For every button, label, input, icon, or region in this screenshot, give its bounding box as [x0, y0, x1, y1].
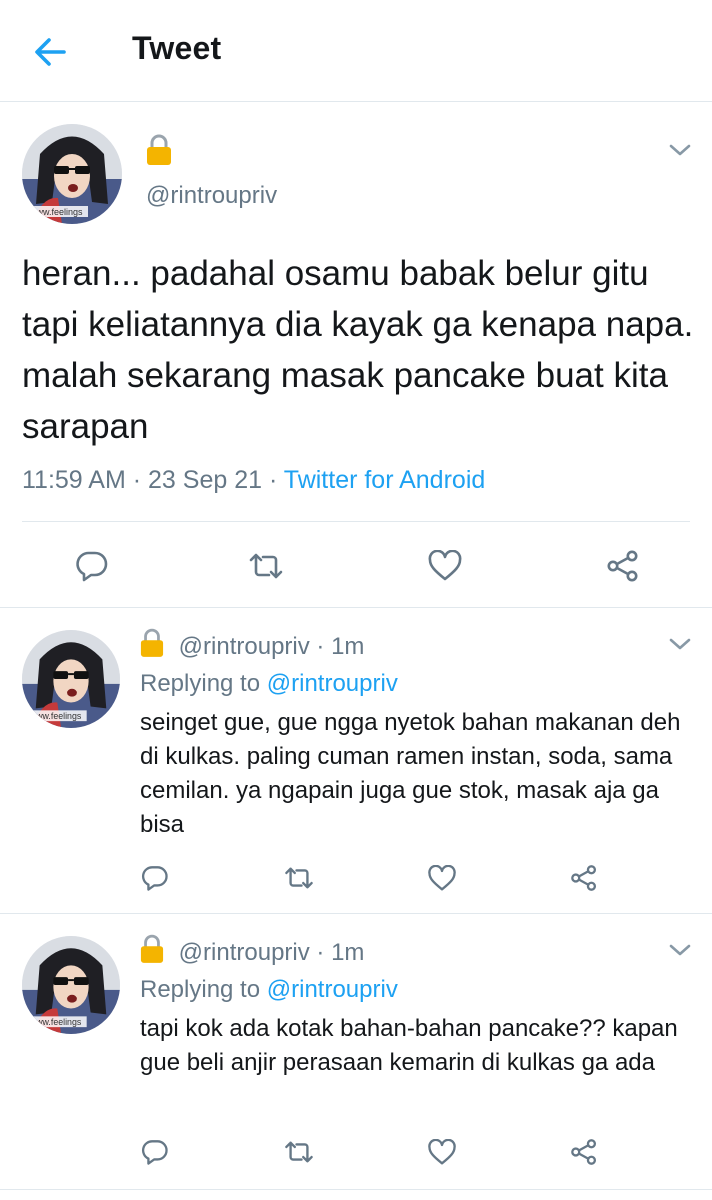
page-title: Tweet	[132, 30, 222, 66]
mention-link[interactable]: @rintroupriv	[267, 976, 398, 1003]
author-handle[interactable]: @rintroupriv	[179, 633, 310, 660]
replying-label: Replying to	[140, 976, 261, 1003]
reply-icon	[141, 1140, 168, 1165]
reply-button[interactable]	[136, 860, 174, 896]
retweet-icon	[285, 1141, 313, 1163]
meta-separator: ·	[316, 633, 325, 660]
reply-icon	[141, 866, 168, 891]
chevron-down-icon	[669, 144, 691, 156]
avatar-watermark: www.feelings	[29, 207, 83, 217]
tweet-text: seinget gue, gue ngga nyetok bahan makan…	[140, 709, 681, 838]
heart-icon	[428, 1138, 456, 1164]
retweet-button[interactable]	[280, 860, 318, 896]
avatar[interactable]: www.feelings	[22, 630, 120, 728]
tweet-text: heran... padahal osamu babak belur gitu …	[22, 254, 694, 446]
share-button[interactable]	[565, 1134, 603, 1170]
tweet-menu-button[interactable]	[666, 140, 694, 160]
heart-icon	[428, 864, 456, 890]
back-button[interactable]	[30, 34, 70, 70]
author-handle[interactable]: @rintroupriv	[146, 182, 277, 210]
tweet-source-link[interactable]: Twitter for Android	[284, 466, 485, 494]
tweet-meta: 11:59 AM · 23 Sep 21 · Twitter for Andro…	[22, 466, 485, 495]
avatar-watermark: www.feelings	[29, 711, 82, 721]
reply-header: @rintroupriv · 1m	[140, 934, 364, 971]
like-button[interactable]	[423, 860, 461, 896]
retweet-icon	[285, 867, 313, 889]
share-icon	[571, 865, 597, 891]
like-button[interactable]	[423, 1134, 461, 1170]
avatar[interactable]: www.feelings	[22, 124, 122, 224]
lock-icon	[140, 934, 164, 971]
tweet-text: tapi kok ada kotak bahan-bahan pancake??…	[140, 1015, 678, 1076]
top-bar: Tweet	[0, 0, 712, 102]
share-button[interactable]	[600, 546, 646, 586]
heart-icon	[428, 550, 462, 581]
reply-header: @rintroupriv · 1m	[140, 628, 364, 665]
share-icon	[607, 550, 638, 582]
tweet-age: 1m	[331, 633, 365, 660]
reply-tweet[interactable]: www.feelings @rintroupriv · 1m Replying …	[0, 914, 712, 1190]
reply-button[interactable]	[136, 1134, 174, 1170]
tweet-menu-button[interactable]	[666, 634, 694, 654]
reply-button[interactable]	[70, 546, 114, 586]
meta-separator: ·	[316, 939, 325, 966]
replying-to: Replying to @rintroupriv	[140, 670, 398, 698]
share-button[interactable]	[565, 860, 603, 896]
chevron-down-icon	[669, 638, 691, 650]
main-tweet: www.feelings @rintroupriv heran... padah…	[0, 102, 712, 608]
reply-tweet[interactable]: www.feelings @rintroupriv · 1m Replying …	[0, 608, 712, 914]
chevron-down-icon	[669, 944, 691, 956]
meta-separator: ·	[132, 466, 142, 494]
avatar-watermark: www.feelings	[29, 1017, 82, 1027]
meta-separator: ·	[268, 466, 278, 494]
share-icon	[571, 1139, 597, 1165]
replying-to: Replying to @rintroupriv	[140, 976, 398, 1004]
like-button[interactable]	[422, 546, 468, 586]
tweet-detail-screen: Tweet www.feelings @rintroupriv heran...…	[0, 0, 712, 1200]
reply-icon	[76, 551, 108, 582]
author-handle[interactable]: @rintroupriv	[179, 939, 310, 966]
tweet-age: 1m	[331, 939, 365, 966]
lock-icon	[140, 628, 164, 665]
avatar[interactable]: www.feelings	[22, 936, 120, 1034]
mention-link[interactable]: @rintroupriv	[267, 670, 398, 697]
divider	[22, 521, 690, 522]
lock-icon	[146, 134, 172, 166]
retweet-icon	[249, 553, 283, 579]
replying-label: Replying to	[140, 670, 261, 697]
retweet-button[interactable]	[280, 1134, 318, 1170]
tweet-date: 23 Sep 21	[148, 466, 263, 494]
retweet-button[interactable]	[244, 546, 288, 586]
tweet-menu-button[interactable]	[666, 940, 694, 960]
tweet-time: 11:59 AM	[22, 466, 126, 494]
arrow-left-icon	[35, 38, 66, 66]
